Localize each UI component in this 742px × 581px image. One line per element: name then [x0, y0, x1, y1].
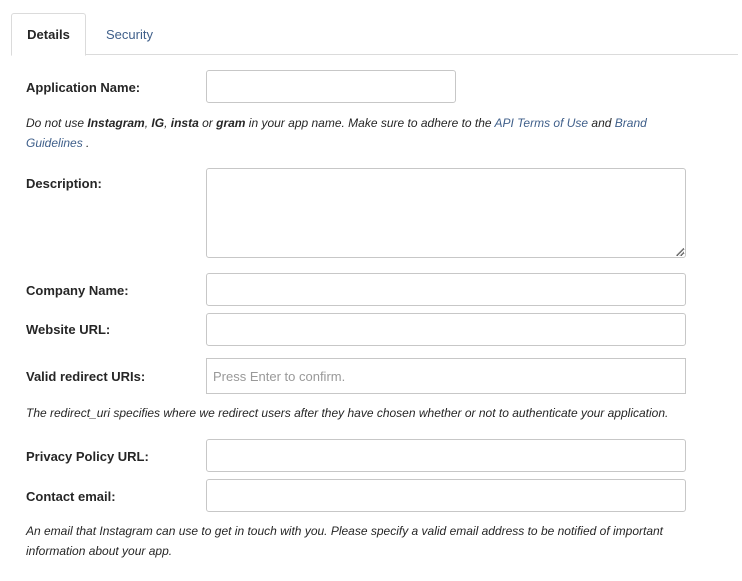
company-name-label: Company Name:: [26, 283, 129, 298]
tab-bar: Details Security: [0, 0, 738, 56]
description-wrapper: [206, 168, 686, 258]
redirect-uris-label: Valid redirect URIs:: [26, 369, 146, 384]
contact-email-input[interactable]: [206, 479, 686, 512]
app-name-help-text: Do not use Instagram, IG, insta or gram …: [26, 116, 647, 150]
help-bold-insta: insta: [170, 116, 199, 130]
tab-security[interactable]: Security: [92, 13, 167, 55]
redirect-uris-input[interactable]: [206, 358, 686, 394]
privacy-policy-url-input[interactable]: [206, 439, 686, 472]
description-textarea[interactable]: [206, 168, 686, 258]
contact-email-label: Contact email:: [26, 489, 116, 504]
website-url-input[interactable]: [206, 313, 686, 346]
description-label: Description:: [26, 176, 102, 191]
contact-email-help-text: An email that Instagram can use to get i…: [26, 524, 664, 558]
website-url-label: Website URL:: [26, 322, 111, 337]
help-bold-instagram: Instagram: [87, 116, 145, 130]
help-bold-gram: gram: [216, 116, 246, 130]
app-name-label: Application Name:: [26, 80, 141, 95]
privacy-policy-url-label: Privacy Policy URL:: [26, 449, 149, 464]
company-name-input[interactable]: [206, 273, 686, 306]
api-terms-link[interactable]: API Terms of Use: [495, 116, 589, 130]
app-name-input[interactable]: [206, 70, 456, 103]
redirect-help-text: The redirect_uri specifies where we redi…: [26, 406, 669, 420]
tab-details[interactable]: Details: [11, 13, 86, 56]
help-bold-ig: IG: [151, 116, 165, 130]
